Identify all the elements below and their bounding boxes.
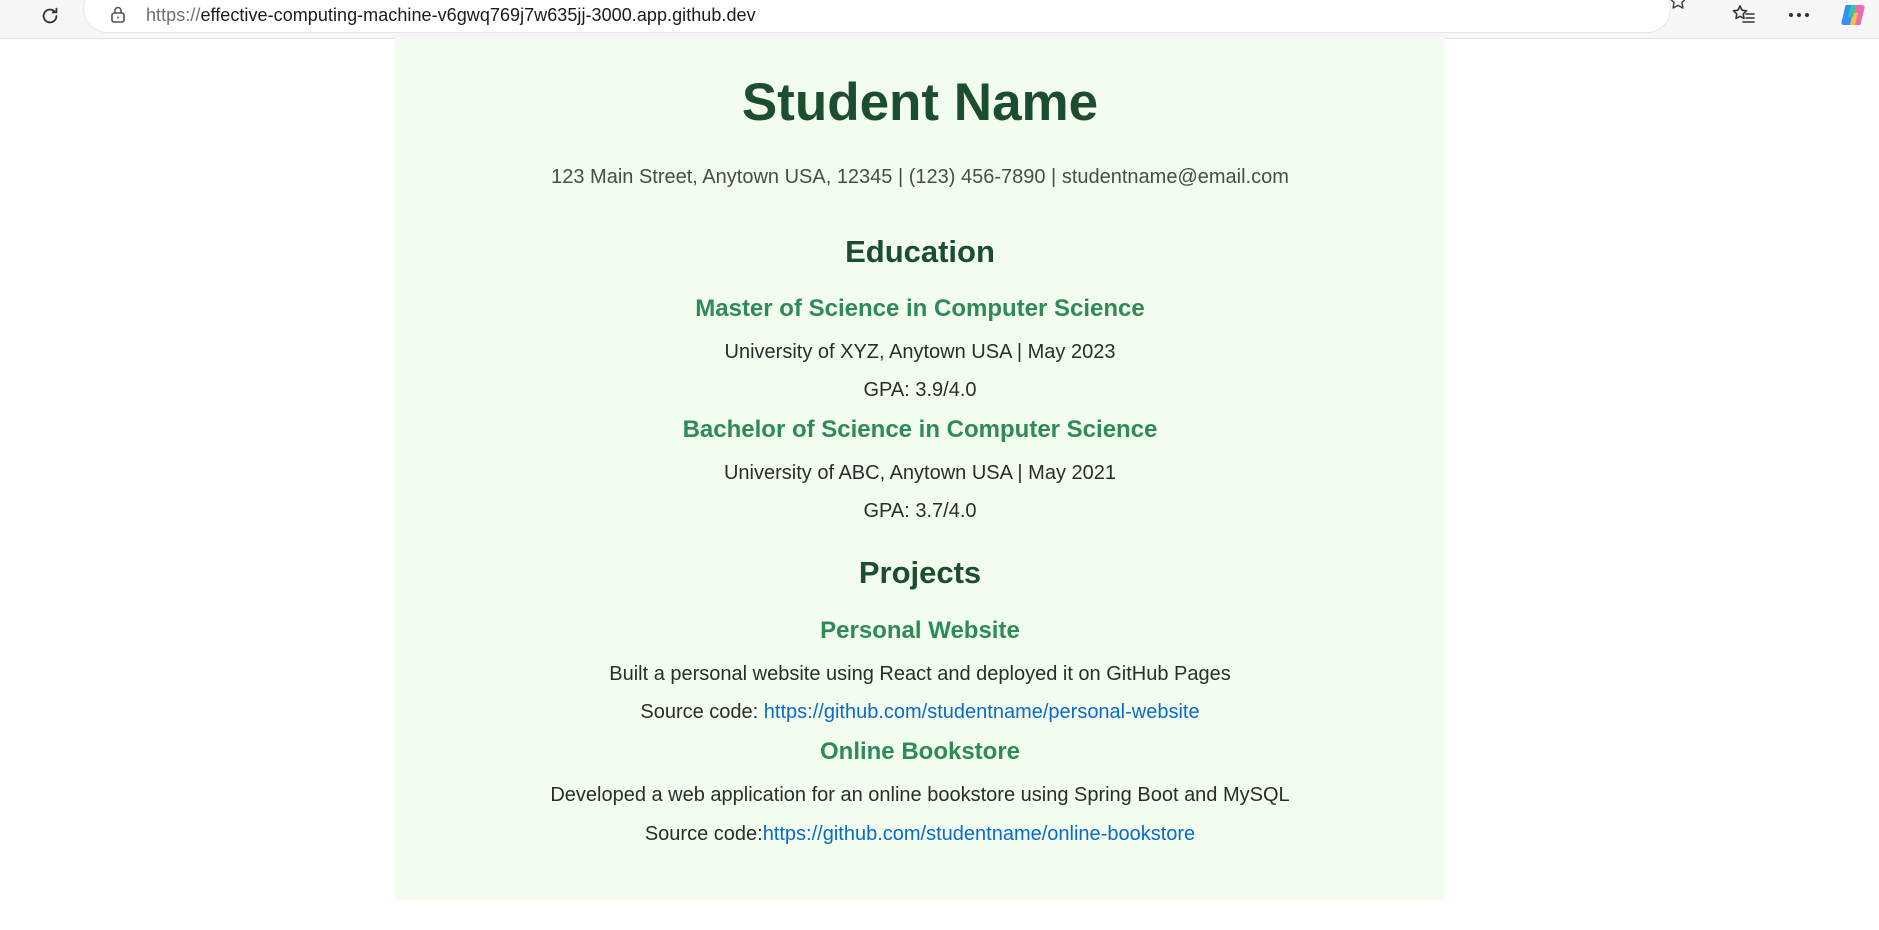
project-source-link[interactable]: https://github.com/studentname/online-bo… — [763, 823, 1195, 845]
project-title: Online Bookstore — [819, 738, 1021, 765]
project-source-link[interactable]: https://github.com/studentname/personal-… — [764, 701, 1200, 723]
reload-icon[interactable] — [36, 2, 64, 30]
education-gpa: GPA: 3.9/4.0 — [863, 379, 977, 401]
url-host: effective-computing-machine-v6gwq769j7w6… — [200, 5, 756, 25]
education-degree: Master of Science in Computer Science — [695, 295, 1145, 322]
education-degree: Bachelor of Science in Computer Science — [682, 416, 1158, 443]
star-icon[interactable] — [1664, 0, 1692, 15]
contact-info: 123 Main Street, Anytown USA, 12345 | (1… — [551, 166, 1289, 188]
address-bar[interactable]: https://effective-computing-machine-v6gw… — [84, 0, 1686, 32]
project-description: Built a personal website using React and… — [609, 663, 1231, 685]
source-code-label: Source code: — [640, 701, 764, 723]
project-title: Personal Website — [820, 617, 1020, 644]
education-school: University of XYZ, Anytown USA | May 202… — [724, 341, 1116, 363]
source-code-label: Source code: — [644, 823, 763, 845]
lock-icon[interactable] — [108, 3, 128, 25]
browser-toolbar: https://effective-computing-machine-v6gw… — [0, 0, 1879, 39]
education-gpa: GPA: 3.7/4.0 — [863, 500, 977, 522]
projects-heading: Projects — [858, 555, 982, 590]
project-source: Source code: https://github.com/studentn… — [395, 701, 1445, 724]
education-school: University of ABC, Anytown USA | May 202… — [723, 462, 1117, 484]
project-description: Developed a web application for an onlin… — [550, 784, 1290, 806]
more-icon[interactable] — [1784, 1, 1814, 29]
url-protocol: https:// — [146, 5, 201, 25]
student-name-heading: Student Name — [741, 73, 1099, 132]
copilot-icon[interactable] — [1838, 1, 1868, 29]
resume-container: Student Name 123 Main Street, Anytown US… — [395, 38, 1445, 900]
url-text[interactable]: https://effective-computing-machine-v6gw… — [146, 5, 756, 26]
favorites-icon[interactable] — [1729, 1, 1759, 29]
education-heading: Education — [845, 234, 995, 269]
project-source: Source code:https://github.com/studentna… — [395, 823, 1445, 846]
